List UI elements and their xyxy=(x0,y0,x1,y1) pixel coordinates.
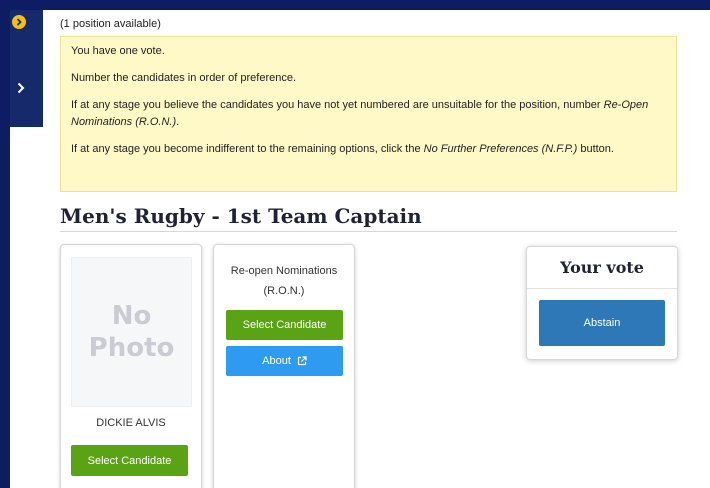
instruction-nfp: If at any stage you become indifferent t… xyxy=(71,143,614,155)
positions-available: (1 position available) xyxy=(60,18,161,30)
chevron-right-icon[interactable] xyxy=(14,80,28,96)
instruction-ron: If at any stage you believe the candidat… xyxy=(71,99,649,128)
app-frame: (1 position available) You have one vote… xyxy=(10,10,710,488)
abstain-button[interactable]: Abstain xyxy=(539,300,665,346)
external-link-icon xyxy=(297,356,307,366)
instruction-order: Number the candidates in order of prefer… xyxy=(71,72,297,84)
candidate-card: No Photo DICKIE ALVIS Select Candidate xyxy=(60,244,202,488)
no-photo-placeholder: No Photo xyxy=(71,257,192,407)
select-candidate-button[interactable]: Select Candidate xyxy=(71,445,188,476)
ron-card: Re-open Nominations (R.O.N.) Select Cand… xyxy=(213,244,355,488)
your-vote-panel: Your vote Abstain xyxy=(526,246,678,360)
chevron-circle-right-icon[interactable] xyxy=(12,15,26,29)
voting-instructions: You have one vote. Number the candidates… xyxy=(60,36,677,192)
position-title: Men's Rugby - 1st Team Captain xyxy=(60,204,677,232)
your-vote-title: Your vote xyxy=(527,247,677,289)
candidate-name: DICKIE ALVIS xyxy=(96,417,166,429)
about-button[interactable]: About xyxy=(226,346,343,376)
select-ron-button[interactable]: Select Candidate xyxy=(226,310,343,340)
instruction-one-vote: You have one vote. xyxy=(71,45,165,57)
ron-title: Re-open Nominations (R.O.N.) xyxy=(230,265,338,297)
side-panel xyxy=(10,10,43,127)
